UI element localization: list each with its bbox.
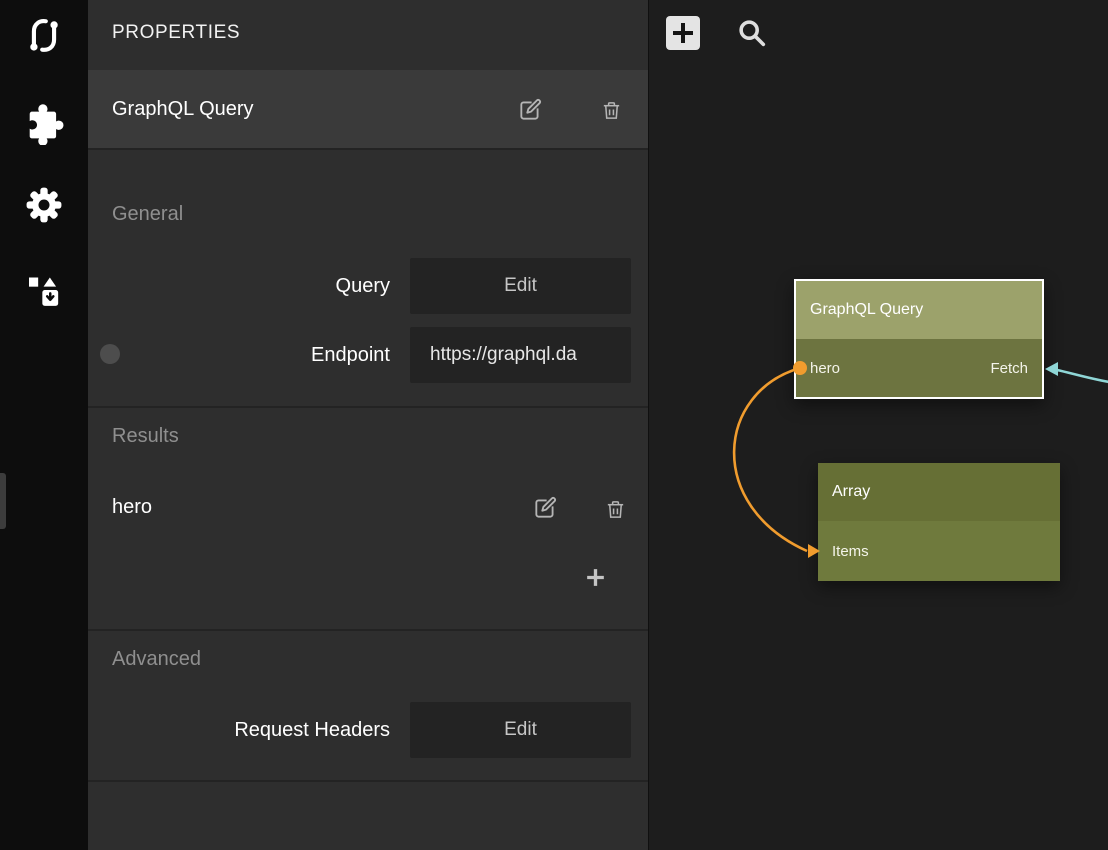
- connection-wires: [649, 0, 1108, 850]
- result-item-name: hero: [112, 483, 152, 531]
- search-nodes-button[interactable]: [735, 16, 769, 50]
- endpoint-connection-port[interactable]: [100, 344, 120, 364]
- section-advanced: Advanced: [112, 648, 201, 671]
- connection-into-fetch: [1057, 370, 1108, 382]
- arrowhead-fetch: [1045, 362, 1058, 376]
- divider: [88, 406, 648, 408]
- divider: [88, 780, 648, 782]
- section-general: General: [112, 203, 183, 226]
- properties-panel: PROPERTIES GraphQL Query General Query E…: [88, 0, 648, 850]
- node-title: Array: [818, 463, 1060, 521]
- deploy-shapes-icon[interactable]: [22, 268, 66, 312]
- section-results: Results: [112, 425, 179, 448]
- endpoint-label: Endpoint: [88, 327, 390, 383]
- panel-title: PROPERTIES: [112, 22, 240, 44]
- port-items[interactable]: Items: [832, 543, 869, 560]
- port-hero[interactable]: hero: [810, 360, 840, 377]
- selected-node-name: GraphQL Query: [112, 70, 254, 148]
- app-window: PROPERTIES GraphQL Query General Query E…: [0, 0, 1108, 850]
- node-graph-icon[interactable]: [22, 13, 66, 57]
- node-port-row: Items: [818, 521, 1060, 581]
- components-puzzle-icon[interactable]: [22, 101, 66, 145]
- left-toolbar: [0, 0, 88, 850]
- settings-gear-icon[interactable]: [22, 183, 66, 227]
- add-node-button[interactable]: [665, 15, 701, 51]
- node-title: GraphQL Query: [796, 281, 1042, 339]
- node-array[interactable]: Array Items: [818, 463, 1060, 581]
- endpoint-input[interactable]: [410, 327, 631, 383]
- divider: [88, 629, 648, 631]
- query-label: Query: [88, 258, 390, 314]
- delete-node-button[interactable]: [598, 97, 624, 123]
- add-result-button[interactable]: [582, 564, 608, 590]
- delete-result-button[interactable]: [602, 496, 628, 522]
- node-graphql-query[interactable]: GraphQL Query hero Fetch: [794, 279, 1044, 399]
- collapsed-panel-grip[interactable]: [0, 473, 6, 529]
- node-canvas[interactable]: GraphQL Query hero Fetch Array Items: [648, 0, 1108, 850]
- selected-node-row[interactable]: GraphQL Query: [88, 70, 648, 150]
- request-headers-label: Request Headers: [88, 702, 390, 758]
- query-edit-button[interactable]: Edit: [410, 258, 631, 314]
- rename-result-button[interactable]: [531, 494, 559, 522]
- port-fetch[interactable]: Fetch: [990, 360, 1028, 377]
- rename-node-button[interactable]: [516, 96, 544, 124]
- request-headers-edit-button[interactable]: Edit: [410, 702, 631, 758]
- node-port-row: hero Fetch: [796, 339, 1042, 397]
